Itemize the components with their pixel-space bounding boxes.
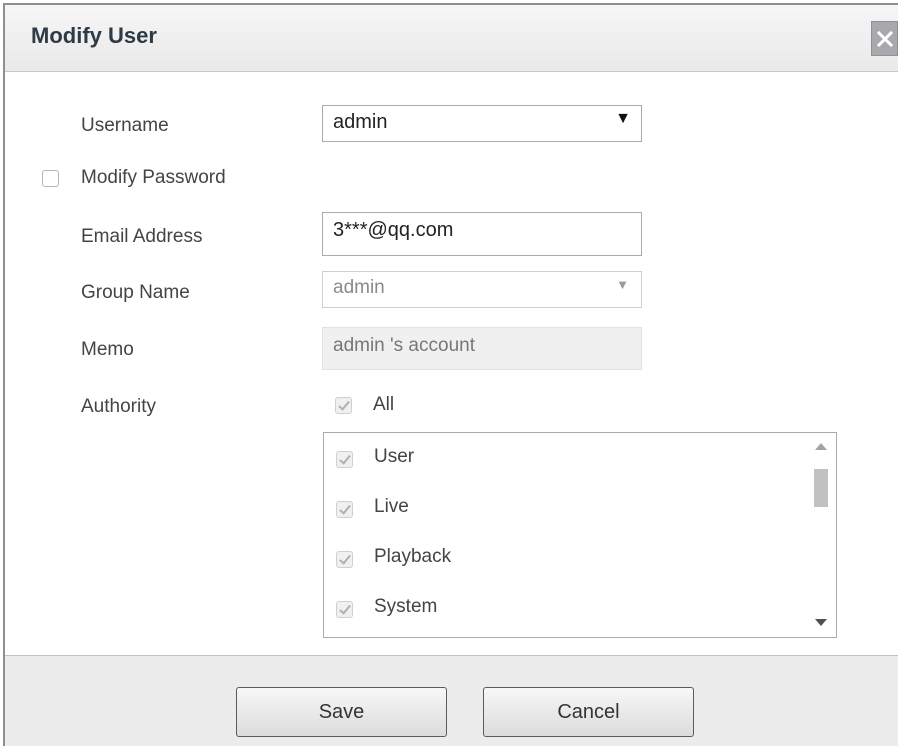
close-icon [876,30,893,47]
list-item[interactable]: User [324,433,806,473]
username-label: Username [81,115,169,136]
scroll-down-icon[interactable] [815,619,827,626]
group-name-value: admin [333,277,385,298]
memo-field: admin 's account [322,327,642,370]
authority-list-scrollbar[interactable] [806,433,836,637]
cancel-button[interactable]: Cancel [483,687,694,737]
authority-label: Authority [81,396,156,417]
chevron-down-icon: ▼ [616,277,629,292]
authority-system-checkbox[interactable] [336,601,353,618]
authority-user-checkbox[interactable] [336,451,353,468]
dialog-titlebar: Modify User [5,5,898,72]
modify-password-label: Modify Password [81,167,226,188]
authority-playback-checkbox[interactable] [336,551,353,568]
scrollbar-thumb[interactable] [814,469,828,507]
username-select[interactable]: admin ▼ [322,105,642,142]
email-value: 3***@qq.com [333,219,454,241]
group-name-select: admin ▼ [322,271,642,308]
authority-live-checkbox[interactable] [336,501,353,518]
close-button[interactable] [871,21,898,56]
chevron-down-icon: ▼ [615,110,631,127]
list-item[interactable]: Live [324,483,806,523]
authority-item-label: User [374,446,415,467]
authority-all-checkbox[interactable] [335,397,352,414]
dialog-title: Modify User [31,23,157,48]
modify-password-checkbox[interactable] [42,170,59,187]
list-item[interactable]: Playback [324,533,806,573]
dialog-footer: Save Cancel [5,655,898,746]
memo-value: admin 's account [333,335,475,356]
authority-item-label: System [374,596,438,617]
group-name-label: Group Name [81,282,190,303]
authority-item-label: Live [374,496,409,517]
username-value: admin [333,111,388,133]
email-label: Email Address [81,226,203,247]
modify-user-dialog: Modify User Username admin ▼ Modify Pass… [3,3,898,746]
email-field[interactable]: 3***@qq.com [322,212,642,256]
list-item[interactable]: System [324,583,806,623]
save-button[interactable]: Save [236,687,447,737]
scroll-up-icon[interactable] [815,443,827,450]
memo-label: Memo [81,339,134,360]
authority-list[interactable]: User Live Playback System [323,432,837,638]
authority-all-label: All [373,394,395,415]
authority-item-label: Playback [374,546,452,567]
